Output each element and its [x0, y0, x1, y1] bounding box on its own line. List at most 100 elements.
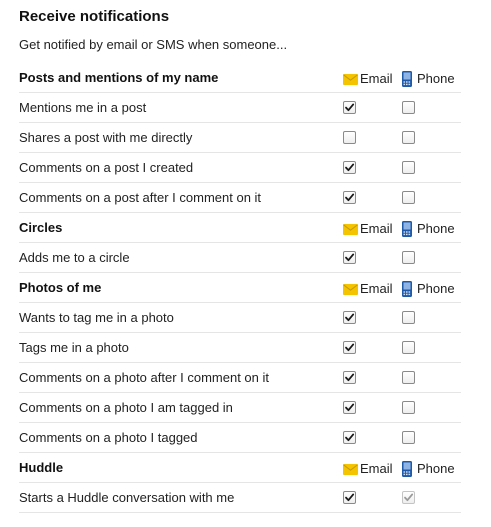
notification-label: Comments on a post after I comment on it — [19, 190, 262, 205]
phone-checkbox[interactable] — [402, 401, 415, 414]
notification-label: Tags me in a photo — [19, 340, 129, 355]
email-checkbox[interactable] — [343, 131, 356, 144]
email-cell — [343, 183, 399, 212]
notification-row: Comments on a photo I tagged — [19, 423, 461, 453]
notification-label: Starts a Huddle conversation with me — [19, 490, 235, 505]
notification-label: Comments on a photo after I comment on i… — [19, 370, 270, 385]
email-checkbox[interactable] — [343, 251, 356, 264]
page-title: Receive notifications — [19, 8, 170, 25]
phone-checkbox[interactable] — [402, 431, 415, 444]
email-cell — [343, 123, 399, 152]
phone-column-label: Phone — [417, 71, 455, 86]
email-checkbox[interactable] — [343, 311, 356, 324]
phone-column-heading: Phone — [402, 281, 455, 297]
checkmark-icon — [345, 253, 355, 262]
checkmark-icon — [345, 313, 355, 322]
notification-row: Comments on a photo after I comment on i… — [19, 363, 461, 393]
phone-checkbox[interactable] — [402, 311, 415, 324]
phone-checkbox — [402, 491, 415, 504]
section-header: Huddle Email Phone — [19, 453, 461, 483]
email-column-header: Email — [343, 453, 399, 482]
email-checkbox[interactable] — [343, 371, 356, 384]
email-column-heading: Email — [343, 71, 393, 87]
section-title: Photos of me — [19, 280, 102, 295]
phone-cell — [402, 243, 464, 272]
notification-label: Wants to tag me in a photo — [19, 310, 174, 325]
notification-label: Shares a post with me directly — [19, 130, 193, 145]
email-checkbox[interactable] — [343, 431, 356, 444]
phone-column-label: Phone — [417, 221, 455, 236]
checkmark-icon — [345, 373, 355, 382]
email-cell — [343, 483, 399, 512]
checkmark-icon — [345, 103, 355, 112]
section-header: Photos of me Email Phone — [19, 273, 461, 303]
email-checkbox[interactable] — [343, 341, 356, 354]
phone-icon — [402, 281, 412, 297]
phone-cell — [402, 363, 464, 392]
email-column-heading: Email — [343, 281, 393, 297]
email-cell — [343, 303, 399, 332]
email-cell — [343, 243, 399, 272]
phone-checkbox[interactable] — [402, 251, 415, 264]
phone-cell — [402, 333, 464, 362]
notification-row: Comments on a post I created — [19, 153, 461, 183]
envelope-icon — [343, 223, 358, 235]
notification-row: Mentions me in a post — [19, 93, 461, 123]
phone-checkbox[interactable] — [402, 161, 415, 174]
email-checkbox[interactable] — [343, 491, 356, 504]
checkmark-icon — [345, 343, 355, 352]
email-checkbox[interactable] — [343, 191, 356, 204]
checkmark-icon — [345, 493, 355, 502]
email-checkbox[interactable] — [343, 161, 356, 174]
notification-row: Comments on a post after I comment on it — [19, 183, 461, 213]
notification-label: Comments on a photo I tagged — [19, 430, 198, 445]
phone-cell — [402, 123, 464, 152]
checkmark-icon — [345, 433, 355, 442]
email-cell — [343, 423, 399, 452]
phone-column-heading: Phone — [402, 221, 455, 237]
phone-cell — [402, 393, 464, 422]
section-header: Circles Email Phone — [19, 213, 461, 243]
phone-column-header: Phone — [402, 273, 464, 302]
notification-row: Shares a post with me directly — [19, 123, 461, 153]
phone-cell — [402, 303, 464, 332]
phone-column-heading: Phone — [402, 461, 455, 477]
email-cell — [343, 333, 399, 362]
envelope-icon — [343, 463, 358, 475]
envelope-icon — [343, 73, 358, 85]
notification-row: Starts a Huddle conversation with me — [19, 483, 461, 513]
notification-label: Adds me to a circle — [19, 250, 130, 265]
notification-row: Wants to tag me in a photo — [19, 303, 461, 333]
section-title: Posts and mentions of my name — [19, 70, 219, 85]
notification-row: Tags me in a photo — [19, 333, 461, 363]
phone-icon — [402, 221, 412, 237]
email-cell — [343, 363, 399, 392]
email-checkbox[interactable] — [343, 401, 356, 414]
notification-row: Adds me to a circle — [19, 243, 461, 273]
phone-cell — [402, 483, 464, 512]
phone-cell — [402, 183, 464, 212]
email-column-heading: Email — [343, 221, 393, 237]
section-header: Posts and mentions of my name Email Phone — [19, 63, 461, 93]
phone-checkbox[interactable] — [402, 131, 415, 144]
phone-cell — [402, 93, 464, 122]
email-cell — [343, 93, 399, 122]
notification-table: Posts and mentions of my name Email Phone M… — [19, 63, 461, 513]
email-column-heading: Email — [343, 461, 393, 477]
phone-checkbox[interactable] — [402, 191, 415, 204]
phone-checkbox[interactable] — [402, 371, 415, 384]
phone-cell — [402, 153, 464, 182]
email-column-header: Email — [343, 273, 399, 302]
phone-checkbox[interactable] — [402, 101, 415, 114]
phone-checkbox[interactable] — [402, 341, 415, 354]
notification-label: Mentions me in a post — [19, 100, 147, 115]
email-checkbox[interactable] — [343, 101, 356, 114]
email-column-label: Email — [360, 461, 393, 476]
phone-column-header: Phone — [402, 63, 464, 92]
checkmark-icon — [345, 193, 355, 202]
phone-column-label: Phone — [417, 281, 455, 296]
email-column-label: Email — [360, 281, 393, 296]
phone-column-header: Phone — [402, 213, 464, 242]
email-column-header: Email — [343, 213, 399, 242]
notification-label: Comments on a post I created — [19, 160, 194, 175]
